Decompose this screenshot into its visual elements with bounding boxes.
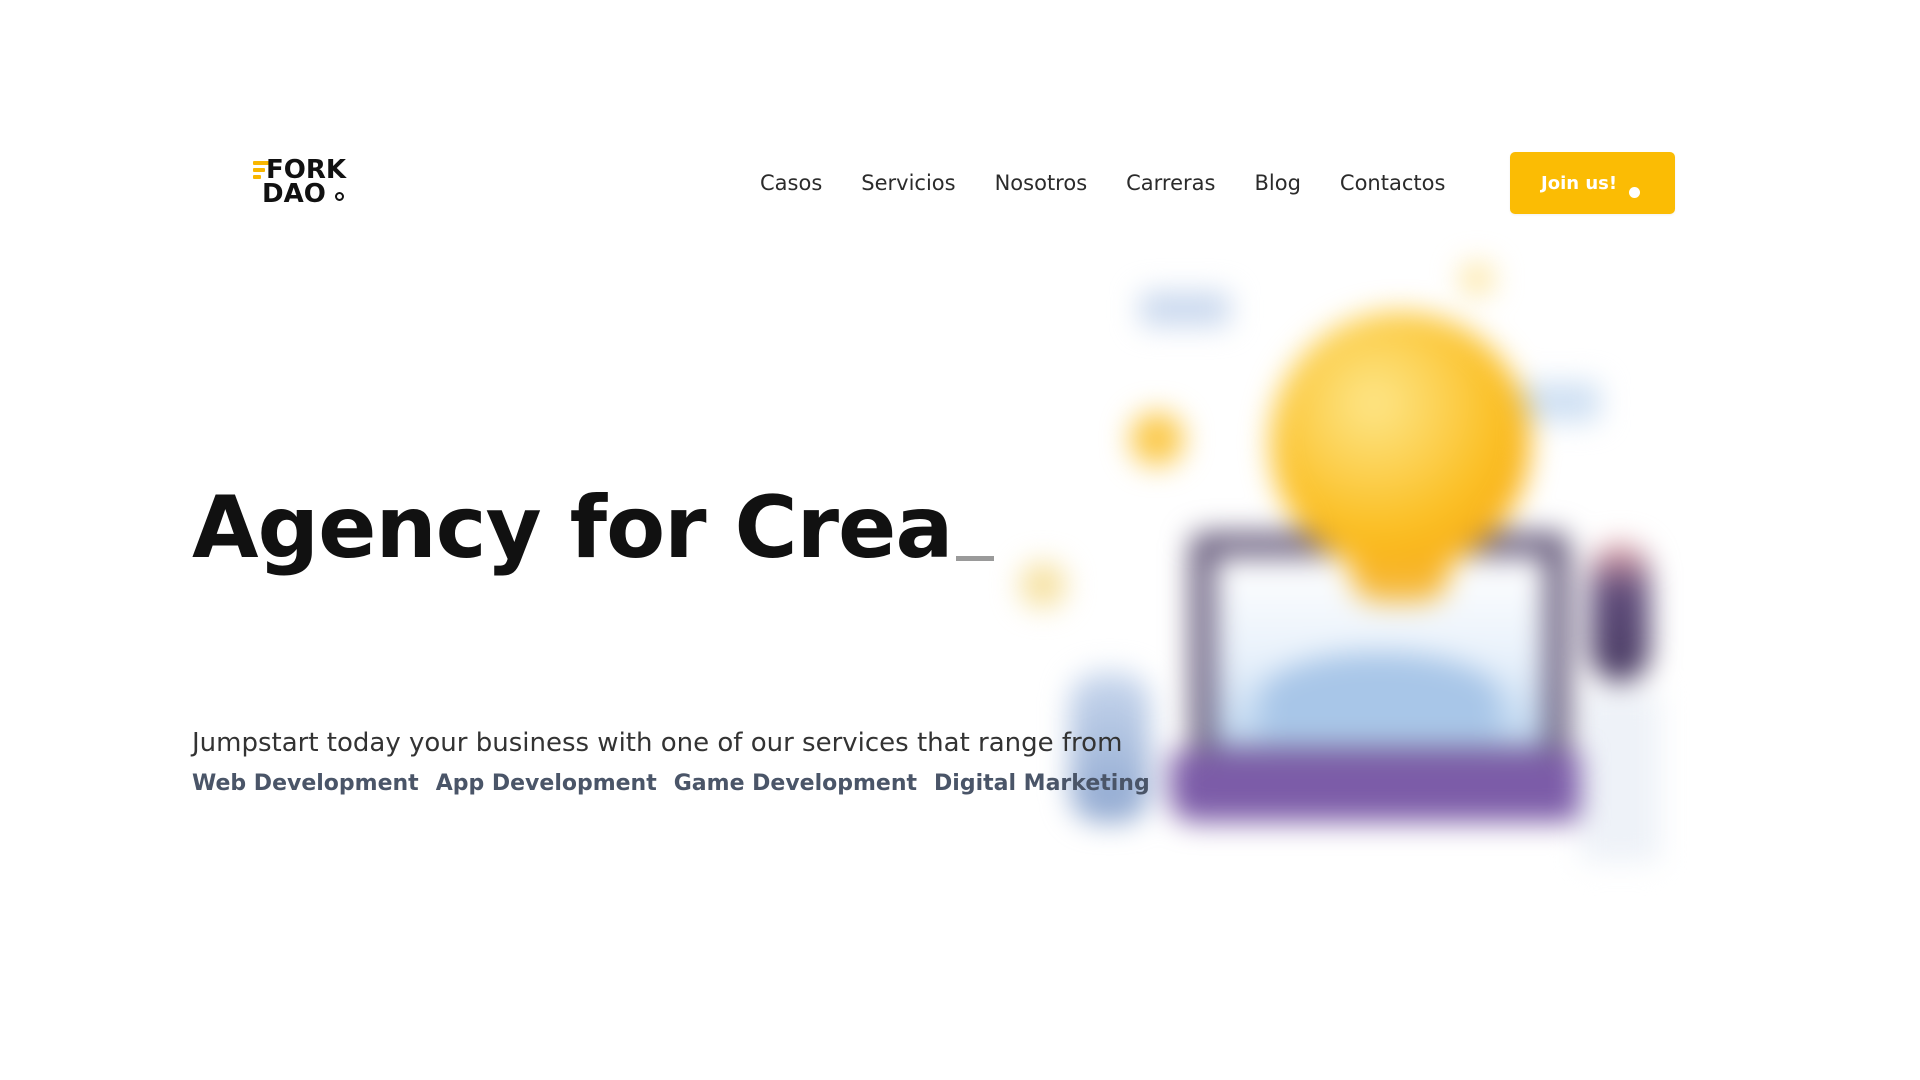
nav-item-contactos[interactable]: Contactos <box>1340 171 1446 195</box>
service-app-development: App Development <box>435 771 657 796</box>
chat-bubble-icon <box>1520 382 1600 422</box>
nav-item-casos[interactable]: Casos <box>760 171 822 195</box>
mouse-cursor-icon <box>1629 187 1640 198</box>
lightbulb-icon <box>1270 312 1530 572</box>
screen-landscape <box>1260 652 1500 742</box>
landing-page: FORK DAO Casos Servicios Nosotros Carrer… <box>0 0 1920 1080</box>
chat-bubble-icon <box>1140 292 1230 326</box>
forkdao-logo[interactable]: FORK DAO <box>253 157 355 209</box>
join-us-button[interactable]: Join us! <box>1510 152 1675 214</box>
decor-circle <box>1130 412 1184 466</box>
person-figure <box>1590 542 1650 682</box>
decor-circle <box>1020 562 1066 608</box>
service-web-development: Web Development <box>192 771 419 796</box>
hero-description: Jumpstart today your business with one o… <box>192 728 1123 758</box>
service-game-development: Game Development <box>673 771 918 796</box>
services-list: Web Development App Development Game Dev… <box>192 771 1167 796</box>
typing-caret <box>956 556 995 561</box>
logo-text-dao: DAO <box>262 179 326 209</box>
laptop-base <box>1170 752 1590 822</box>
logo-ring-icon <box>335 192 344 201</box>
shelf-figure <box>1580 692 1660 862</box>
nav-item-carreras[interactable]: Carreras <box>1126 171 1215 195</box>
nav-item-nosotros[interactable]: Nosotros <box>995 171 1088 195</box>
service-digital-marketing: Digital Marketing <box>934 771 1150 796</box>
main-nav: Casos Servicios Nosotros Carreras Blog C… <box>760 166 1445 200</box>
join-us-label: Join us! <box>1541 172 1618 194</box>
nav-item-servicios[interactable]: Servicios <box>861 171 955 195</box>
hero-title: Agency for Crea <box>192 478 995 578</box>
nav-item-blog[interactable]: Blog <box>1254 171 1300 195</box>
decor-circle <box>1460 262 1494 296</box>
hero-title-typed-text: Agency for Crea <box>192 478 953 578</box>
